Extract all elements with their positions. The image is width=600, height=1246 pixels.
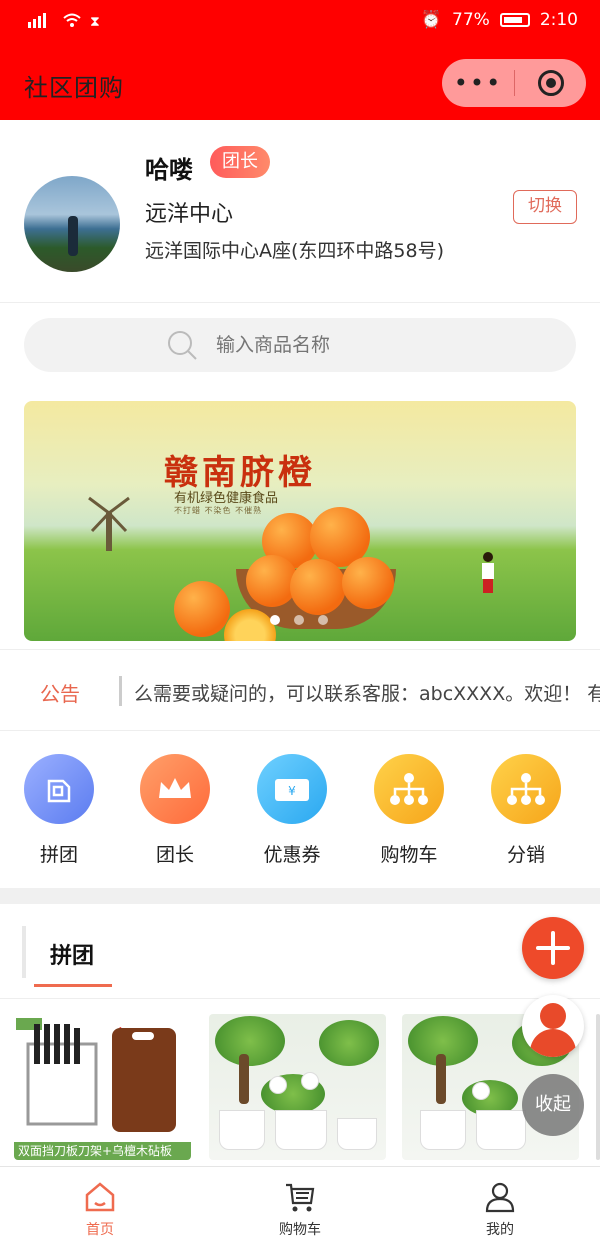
flower — [301, 1072, 319, 1090]
banner-subtitle: 有机绿色健康食品 — [174, 491, 279, 506]
community-name: 远洋中心 — [145, 202, 234, 227]
target-icon — [537, 70, 564, 96]
tab-cart[interactable]: 购物车 — [240, 1181, 360, 1239]
tag-icon — [24, 754, 94, 824]
close-button[interactable] — [515, 70, 586, 96]
menu-item-coupon[interactable]: ¥ 优惠券 — [257, 754, 327, 867]
divider — [0, 998, 600, 999]
tab-label: 我的 — [486, 1222, 514, 1238]
user-icon — [485, 1182, 515, 1213]
role-badge: 团长 — [210, 146, 270, 178]
plant-leaves — [215, 1016, 285, 1066]
plant-pot — [275, 1110, 327, 1150]
notice-divider — [119, 676, 122, 706]
search-input[interactable] — [216, 318, 546, 372]
menu-label: 购物车 — [380, 844, 438, 866]
customer-service-button[interactable] — [522, 995, 584, 1057]
menu-item-group-buy[interactable]: 拼团 — [24, 754, 94, 867]
carousel-dot[interactable] — [318, 615, 328, 625]
status-right: ⏰ 77% 2:10 — [421, 10, 578, 30]
menu-label: 团长 — [155, 844, 194, 866]
orange — [342, 557, 394, 609]
tab-home[interactable]: 首页 — [40, 1181, 160, 1239]
wifi-icon — [62, 12, 82, 32]
menu-label: 拼团 — [39, 844, 78, 866]
hourglass-icon: ⧗ — [90, 14, 100, 30]
plant-pot — [219, 1110, 265, 1150]
plant-pot — [476, 1110, 526, 1150]
community-address: 远洋国际中心A座(东四环中路58号) — [145, 240, 445, 262]
svg-text:¥: ¥ — [288, 784, 296, 798]
status-left: ⧗ — [26, 12, 100, 32]
coupon-icon: ¥ — [257, 754, 327, 824]
more-button[interactable]: ••• — [442, 59, 514, 107]
mini-program-capsule: ••• — [442, 59, 586, 107]
network-icon — [374, 754, 444, 824]
notice-marquee[interactable]: 么需要或疑问的，可以联系客服：abcXXXX。欢迎！ 有什 — [134, 679, 600, 706]
menu-label: 优惠券 — [263, 844, 321, 866]
plant-pot — [337, 1118, 377, 1150]
orange — [174, 581, 230, 637]
product-card[interactable] — [209, 1014, 386, 1160]
carousel-dot[interactable] — [294, 615, 304, 625]
add-button[interactable] — [522, 917, 584, 979]
menu-item-cart[interactable]: 购物车 — [374, 754, 444, 867]
divider — [0, 302, 600, 303]
avatar[interactable] — [24, 176, 120, 272]
nav-title: 社区团购 — [24, 74, 124, 102]
menu-label: 分销 — [506, 844, 545, 866]
tab-label: 首页 — [86, 1222, 114, 1238]
windmill-icon — [88, 496, 130, 551]
plant-leaves — [319, 1020, 379, 1066]
top-header: ⧗ ⏰ 77% 2:10 社区团购 ••• — [0, 0, 600, 120]
tab-label: 购物车 — [279, 1222, 321, 1238]
product-caption: 双面挡刀板刀架+乌檀木砧板 — [14, 1142, 191, 1160]
plant-pot — [420, 1110, 466, 1150]
section-title[interactable]: 拼团 — [50, 938, 94, 970]
carousel-indicator — [270, 615, 328, 625]
carousel-dot[interactable] — [270, 615, 280, 625]
battery-icon — [499, 13, 530, 27]
leader-name: 哈喽 — [145, 156, 193, 184]
flower — [269, 1076, 287, 1094]
user-icon-body — [530, 1029, 576, 1057]
status-time: 2:10 — [539, 10, 578, 30]
product-card[interactable]: + 双面挡刀板刀架+乌檀木砧板 — [14, 1014, 191, 1160]
knife-rack-image: + — [16, 1018, 176, 1132]
tab-bar: 首页 购物车 我的 — [0, 1166, 600, 1246]
section-gap — [0, 888, 600, 904]
alarm-icon: ⏰ — [420, 10, 443, 30]
plant-trunk — [239, 1054, 249, 1104]
signal-icon — [26, 12, 54, 32]
search-icon — [168, 331, 197, 360]
search-bar[interactable] — [24, 318, 576, 372]
divider — [0, 730, 600, 731]
avatar-figure — [68, 216, 78, 256]
flower — [472, 1082, 490, 1100]
crown-icon — [140, 754, 210, 824]
network-icon — [491, 754, 561, 824]
home-icon — [85, 1182, 115, 1212]
user-icon — [540, 1003, 566, 1029]
promo-banner[interactable]: 赣南脐橙 有机绿色健康食品 不打蜡 不染色 不催熟 — [24, 401, 576, 641]
cart-icon — [286, 1183, 315, 1212]
divider — [0, 649, 600, 650]
banner-tags: 不打蜡 不染色 不催熟 — [174, 506, 263, 515]
child-figure-icon — [482, 552, 494, 593]
tab-mine[interactable]: 我的 — [440, 1181, 560, 1239]
orange — [290, 559, 346, 615]
section-underline — [34, 984, 112, 987]
notice-label: 公告 — [40, 682, 80, 706]
battery-percent: 77% — [452, 10, 490, 30]
product-card-partial[interactable] — [596, 1014, 600, 1160]
menu-item-leader[interactable]: 团长 — [140, 754, 210, 867]
menu-item-distribution[interactable]: 分销 — [491, 754, 561, 867]
section-bar — [22, 926, 26, 978]
collapse-button[interactable]: 收起 — [522, 1074, 584, 1136]
switch-button[interactable]: 切换 — [513, 190, 577, 224]
plant-trunk — [436, 1054, 446, 1104]
